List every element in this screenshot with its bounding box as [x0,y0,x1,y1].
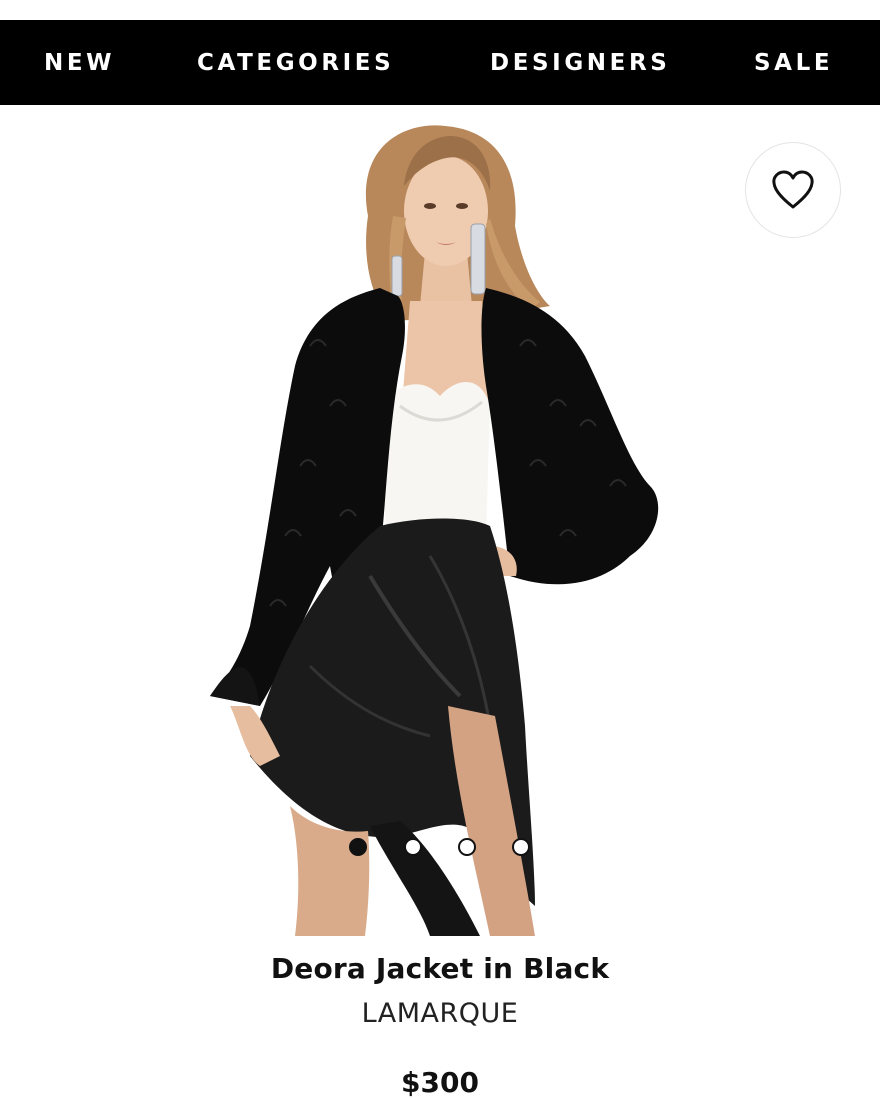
carousel-dot-3[interactable] [458,838,476,856]
product-photo-illustration [210,125,659,936]
image-carousel-indicator [349,838,533,858]
carousel-dot-4[interactable] [512,838,530,856]
product-name[interactable]: Deora Jacket in Black [0,952,880,985]
heart-outline-icon [772,170,814,209]
product-image[interactable] [190,106,690,936]
product-price: $300 [401,1066,479,1099]
top-navigation-bar: NEW CATEGORIES DESIGNERS SALE [0,20,880,105]
nav-item-designers[interactable]: DESIGNERS [490,20,670,105]
product-brand[interactable]: LAMARQUE [0,998,880,1029]
nav-item-sale[interactable]: SALE [754,20,833,105]
nav-item-new[interactable]: NEW [44,20,115,105]
carousel-dot-2[interactable] [404,838,422,856]
nav-item-categories[interactable]: CATEGORIES [197,20,394,105]
carousel-dot-1[interactable] [349,838,367,856]
wishlist-button[interactable] [745,142,841,238]
